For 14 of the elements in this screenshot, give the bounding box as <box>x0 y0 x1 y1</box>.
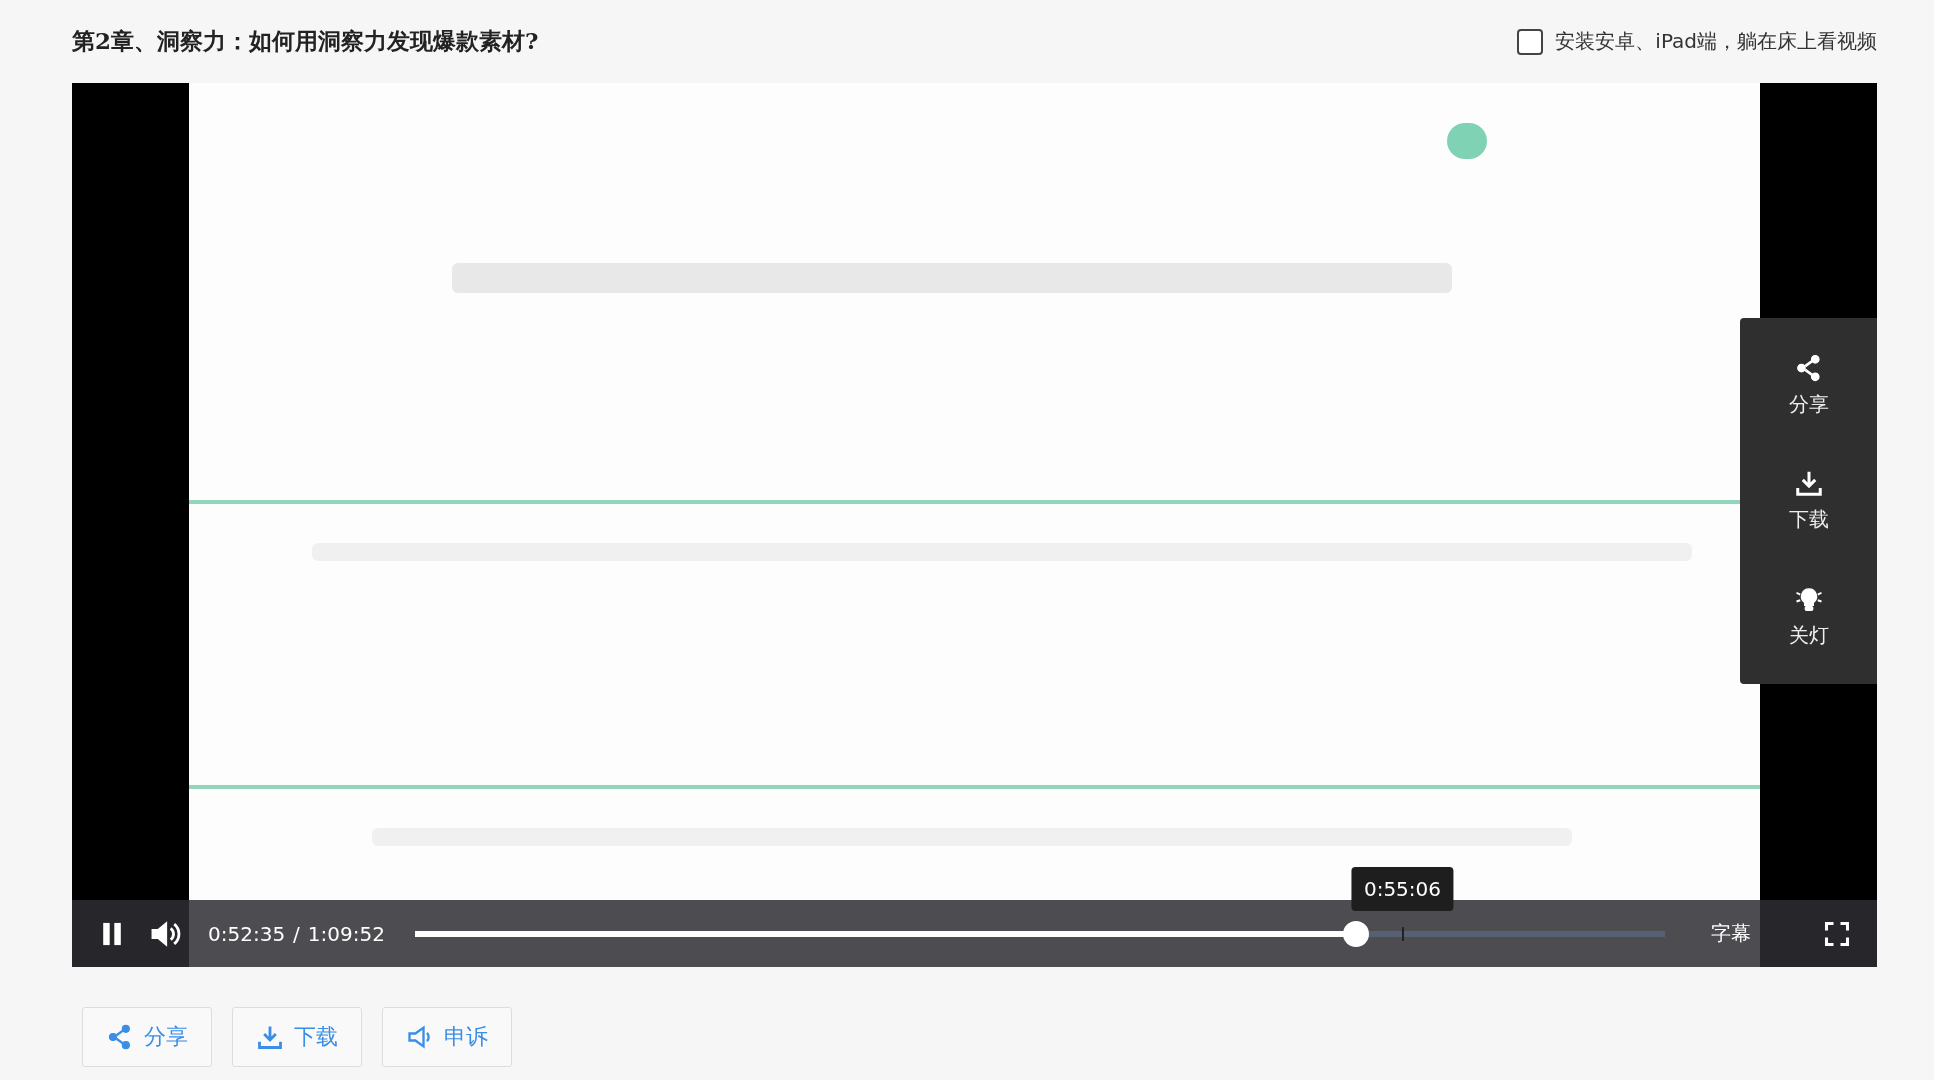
time-separator: / <box>293 921 300 946</box>
side-download-button[interactable]: 下载 <box>1780 464 1837 538</box>
subtitles-button[interactable]: 字幕 <box>1705 914 1757 953</box>
page-title: 第2章、洞察力：如何用洞察力发现爆款素材? <box>72 26 539 56</box>
duration: 1:09:52 <box>307 921 385 946</box>
hover-marker <box>1402 926 1405 941</box>
side-light-button[interactable]: 关灯 <box>1780 579 1837 653</box>
side-share-button[interactable]: 分享 <box>1780 349 1837 423</box>
current-time: 0:52:35 <box>208 921 286 946</box>
fullscreen-icon <box>1823 919 1851 948</box>
time-tooltip: 0:55:06 <box>1351 866 1454 911</box>
checkbox[interactable] <box>1517 28 1544 55</box>
progress-thumb[interactable] <box>1343 920 1370 947</box>
promo-text: 安装安卓、iPad端，躺在床上看视频 <box>1555 28 1877 55</box>
